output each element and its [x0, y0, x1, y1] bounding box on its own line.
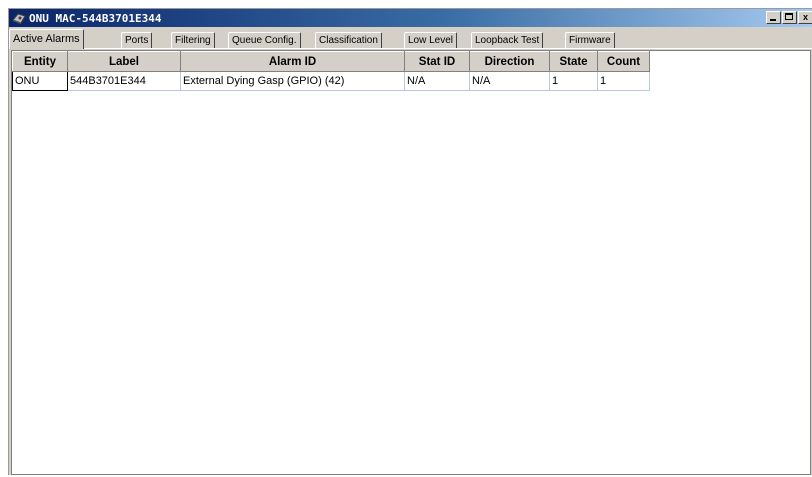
active-alarms-panel: Entity Label Alarm ID Stat ID Direction … [9, 48, 812, 476]
cell-entity[interactable]: ONU [12, 71, 68, 91]
tab-label: Filtering [175, 35, 211, 46]
table-row[interactable]: ONU 544B3701E344 External Dying Gasp (GP… [12, 71, 650, 91]
tab-label: Queue Config. [232, 35, 297, 46]
tab-active-alarms[interactable]: Active Alarms [9, 29, 84, 49]
onu-app-icon [12, 11, 26, 25]
tab-low-level[interactable]: Low Level [404, 32, 458, 48]
window-title: ONU MAC-544B3701E344 [29, 11, 162, 25]
cell-alarm-id[interactable]: External Dying Gasp (GPIO) (42) [180, 71, 405, 91]
tab-firmware[interactable]: Firmware [565, 32, 615, 48]
cell-direction[interactable]: N/A [469, 71, 550, 91]
title-bar[interactable]: ONU MAC-544B3701E344 x [9, 9, 812, 27]
tab-label: Firmware [569, 35, 611, 46]
tab-filtering[interactable]: Filtering [171, 32, 215, 48]
column-header-count[interactable]: Count [597, 51, 650, 72]
maximize-icon [785, 13, 793, 20]
window-controls: x [765, 11, 812, 24]
tab-strip: Active Alarms Ports Filtering Queue Conf… [9, 29, 812, 49]
alarms-table: Entity Label Alarm ID Stat ID Direction … [12, 51, 650, 91]
onu-window: ONU MAC-544B3701E344 x Active Alarms Por… [8, 8, 812, 475]
column-header-direction[interactable]: Direction [469, 51, 550, 72]
maximize-button[interactable] [782, 11, 797, 24]
column-header-state[interactable]: State [549, 51, 598, 72]
tab-label: Classification [319, 35, 378, 46]
tab-label: Low Level [408, 35, 454, 46]
tab-classification[interactable]: Classification [315, 32, 382, 48]
column-header-alarm-id[interactable]: Alarm ID [180, 51, 405, 72]
tab-ports[interactable]: Ports [121, 32, 153, 48]
minimize-icon [770, 19, 776, 21]
tab-label: Loopback Test [475, 35, 540, 46]
tab-queue-config[interactable]: Queue Config. [228, 32, 301, 48]
tab-label: Active Alarms [13, 33, 80, 45]
cell-count[interactable]: 1 [597, 71, 650, 91]
column-header-label[interactable]: Label [67, 51, 181, 72]
minimize-button[interactable] [766, 11, 781, 24]
alarms-grid[interactable]: Entity Label Alarm ID Stat ID Direction … [11, 50, 811, 475]
tab-loopback-test[interactable]: Loopback Test [471, 32, 544, 48]
column-header-stat-id[interactable]: Stat ID [404, 51, 470, 72]
column-header-entity[interactable]: Entity [12, 51, 68, 72]
cell-stat-id[interactable]: N/A [404, 71, 470, 91]
close-button[interactable]: x [798, 11, 812, 24]
close-icon: x [802, 12, 808, 22]
cell-state[interactable]: 1 [549, 71, 598, 91]
cell-label[interactable]: 544B3701E344 [67, 71, 181, 91]
tab-label: Ports [125, 35, 149, 46]
header-row: Entity Label Alarm ID Stat ID Direction … [12, 51, 650, 72]
